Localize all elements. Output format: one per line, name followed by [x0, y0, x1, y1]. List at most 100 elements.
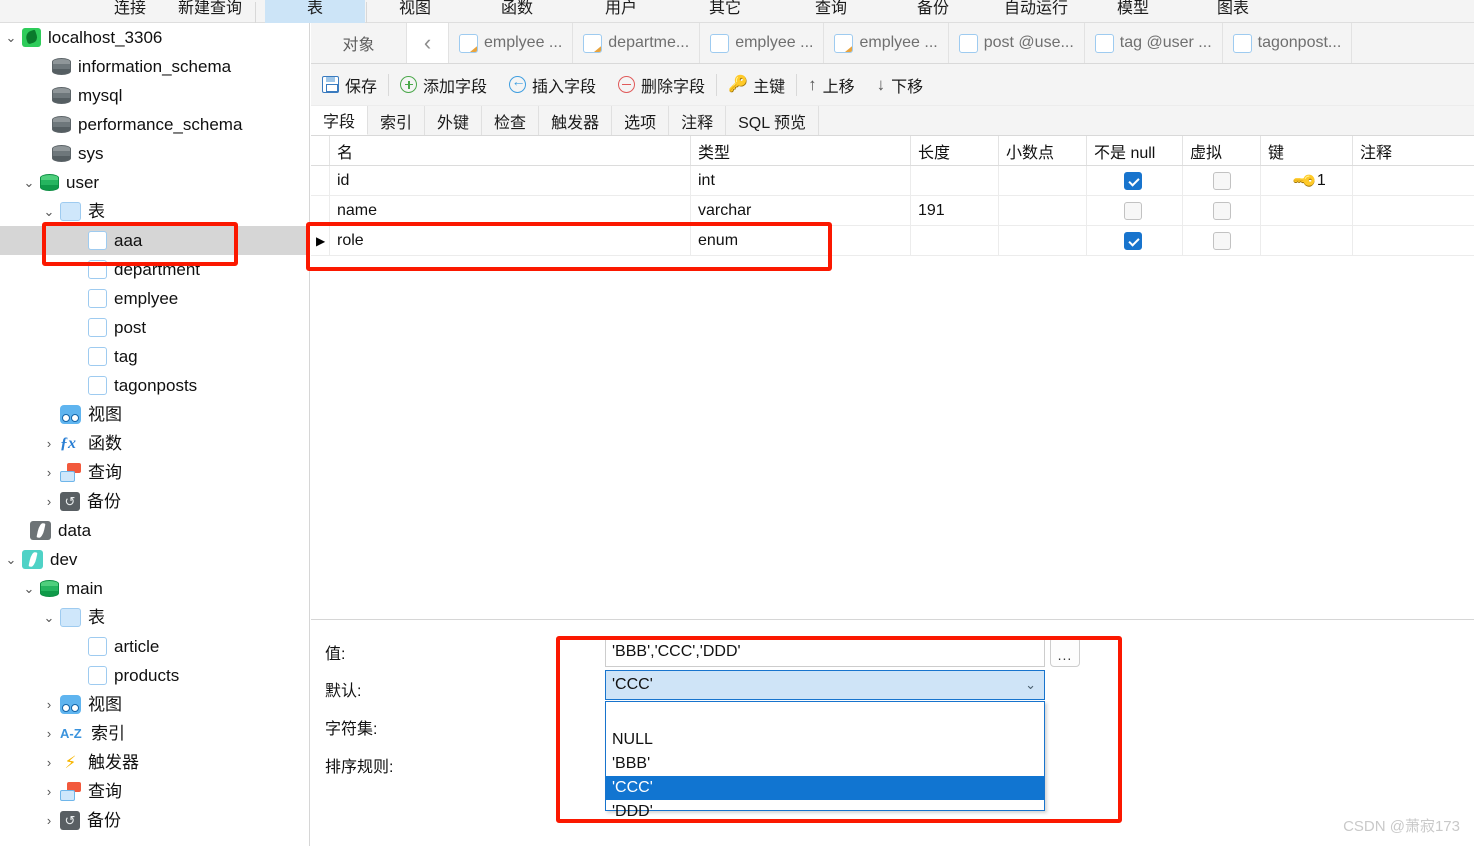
chevron-down-icon[interactable]: ⌄ — [38, 603, 60, 632]
tree-item-indexes-main[interactable]: › A-Z 索引 — [0, 719, 309, 748]
tree-item-table-department[interactable]: · department — [0, 255, 309, 284]
chevron-right-icon[interactable]: › — [38, 690, 60, 719]
subtab-indexes[interactable]: 索引 — [368, 106, 426, 135]
dropdown-option-bbb[interactable]: 'BBB' — [606, 752, 1044, 776]
tab-emplyee-data[interactable]: emplyee ... — [700, 23, 825, 63]
chevron-right-icon[interactable]: › — [38, 748, 60, 777]
chevron-right-icon[interactable]: › — [38, 429, 60, 458]
checkbox-virtual[interactable] — [1213, 172, 1231, 190]
tree-item-information-schema[interactable]: · information_schema — [0, 52, 309, 81]
tab-scroll-back-button[interactable]: ‹ — [406, 23, 449, 63]
column-header-length[interactable]: 长度 — [911, 136, 998, 165]
tree-item-table-emplyee[interactable]: · emplyee — [0, 284, 309, 313]
tree-item-tables-folder-main[interactable]: ⌄ 表 — [0, 603, 309, 632]
cell-field-decimals[interactable] — [999, 196, 1086, 225]
table-row[interactable]: id int 🔑 1 — [311, 166, 1474, 196]
cell-field-length[interactable] — [911, 166, 998, 195]
dropdown-option-blank[interactable] — [606, 702, 1044, 728]
default-value-dropdown-list[interactable]: NULL 'BBB' 'CCC' 'DDD' — [605, 701, 1045, 820]
tree-item-data-connection[interactable]: · data — [0, 516, 309, 545]
checkbox-virtual[interactable] — [1213, 232, 1231, 250]
cell-field-type[interactable]: varchar — [691, 196, 910, 225]
tree-item-main-db[interactable]: ⌄ main — [0, 574, 309, 603]
tree-item-triggers-main[interactable]: › ⚡ 触发器 — [0, 748, 309, 777]
tree-item-queries-user[interactable]: › 查询 — [0, 458, 309, 487]
column-header-comment[interactable]: 注释 — [1353, 136, 1474, 165]
cell-field-comment[interactable] — [1353, 166, 1474, 195]
menu-item-function[interactable]: 函数 — [482, 0, 552, 23]
chevron-down-icon[interactable]: ⌄ — [1025, 677, 1036, 693]
tab-emplyee-design[interactable]: emplyee ... — [449, 23, 574, 63]
cell-field-name[interactable]: id — [330, 166, 690, 195]
tree-item-localhost-3306[interactable]: ⌄ localhost_3306 — [0, 23, 309, 52]
column-header-name[interactable]: 名 — [330, 136, 690, 165]
tab-tagonposts[interactable]: tagonpost... — [1223, 23, 1353, 63]
chevron-down-icon[interactable]: ⌄ — [18, 574, 40, 603]
tree-item-tables-folder-user[interactable]: ⌄ 表 — [0, 197, 309, 226]
tree-item-views-user[interactable]: · 视图 — [0, 400, 309, 429]
dropdown-option-ccc[interactable]: 'CCC' — [606, 776, 1044, 800]
tree-item-table-products[interactable]: · products — [0, 661, 309, 690]
checkbox-not-null[interactable] — [1124, 172, 1142, 190]
tab-post-user[interactable]: post @use... — [949, 23, 1085, 63]
tree-item-sys[interactable]: · sys — [0, 139, 309, 168]
subtab-options[interactable]: 选项 — [612, 106, 670, 135]
cell-field-comment[interactable] — [1353, 226, 1474, 255]
tree-item-mysql[interactable]: · mysql — [0, 81, 309, 110]
chevron-right-icon[interactable]: › — [38, 806, 60, 835]
cell-field-length[interactable]: 191 — [911, 196, 998, 225]
tree-item-queries-main[interactable]: › 查询 — [0, 777, 309, 806]
menu-item-connect[interactable]: 连接 — [95, 0, 165, 23]
menu-item-user[interactable]: 用户 — [586, 0, 656, 23]
column-header-key[interactable]: 键 — [1261, 136, 1352, 165]
value-input[interactable]: 'BBB','CCC','DDD' — [605, 637, 1045, 667]
subtab-checks[interactable]: 检查 — [482, 106, 540, 135]
menu-item-backup[interactable]: 备份 — [898, 0, 968, 23]
tree-item-backups-main[interactable]: › ↺ 备份 — [0, 806, 309, 835]
menu-item-other[interactable]: 其它 — [690, 0, 760, 23]
menu-item-view[interactable]: 视图 — [380, 0, 450, 23]
cell-field-length[interactable] — [911, 226, 998, 255]
chevron-right-icon[interactable]: › — [38, 487, 60, 516]
tree-item-performance-schema[interactable]: · performance_schema — [0, 110, 309, 139]
tree-item-table-tagonposts[interactable]: · tagonposts — [0, 371, 309, 400]
move-up-button[interactable]: ↑ 上移 — [797, 64, 866, 106]
chevron-right-icon[interactable]: › — [38, 458, 60, 487]
checkbox-not-null[interactable] — [1124, 232, 1142, 250]
subtab-foreign-keys[interactable]: 外键 — [425, 106, 483, 135]
cell-field-decimals[interactable] — [999, 226, 1086, 255]
tree-item-backups-user[interactable]: › ↺ 备份 — [0, 487, 309, 516]
menu-item-query[interactable]: 查询 — [796, 0, 866, 23]
save-button[interactable]: 保存 — [311, 64, 388, 106]
delete-field-button[interactable]: 删除字段 — [607, 64, 716, 106]
primary-key-button[interactable]: 🔑 主键 — [717, 64, 796, 106]
fields-grid[interactable]: 名 类型 长度 小数点 不是 null 虚拟 键 注释 id int 🔑 1 n… — [311, 136, 1474, 619]
column-header-decimals[interactable]: 小数点 — [999, 136, 1086, 165]
checkbox-not-null[interactable] — [1124, 202, 1142, 220]
menu-item-autorun[interactable]: 自动运行 — [986, 0, 1086, 23]
menu-item-chart[interactable]: 图表 — [1198, 0, 1268, 23]
menu-item-model[interactable]: 模型 — [1098, 0, 1168, 23]
table-row[interactable]: name varchar 191 — [311, 196, 1474, 226]
cell-field-type[interactable]: enum — [691, 226, 910, 255]
insert-field-button[interactable]: 插入字段 — [498, 64, 607, 106]
tree-item-table-article[interactable]: · article — [0, 632, 309, 661]
move-down-button[interactable]: ↓ 下移 — [866, 64, 935, 106]
column-header-type[interactable]: 类型 — [691, 136, 910, 165]
chevron-down-icon[interactable]: ⌄ — [0, 545, 22, 574]
column-header-virtual[interactable]: 虚拟 — [1183, 136, 1260, 165]
tree-item-table-post[interactable]: · post — [0, 313, 309, 342]
cell-field-name[interactable]: name — [330, 196, 690, 225]
tab-department-design[interactable]: departme... — [573, 23, 701, 63]
chevron-down-icon[interactable]: ⌄ — [38, 197, 60, 226]
subtab-sql-preview[interactable]: SQL 预览 — [726, 106, 819, 135]
tab-emplyee-design-2[interactable]: emplyee ... — [824, 23, 949, 63]
chevron-right-icon[interactable]: › — [38, 719, 60, 748]
chevron-right-icon[interactable]: › — [38, 777, 60, 806]
add-field-button[interactable]: 添加字段 — [389, 64, 498, 106]
tree-item-dev-connection[interactable]: ⌄ dev — [0, 545, 309, 574]
cell-field-type[interactable]: int — [691, 166, 910, 195]
menu-item-new-query[interactable]: 新建查询 — [160, 0, 260, 23]
cell-field-comment[interactable] — [1353, 196, 1474, 225]
chevron-down-icon[interactable]: ⌄ — [0, 23, 22, 52]
